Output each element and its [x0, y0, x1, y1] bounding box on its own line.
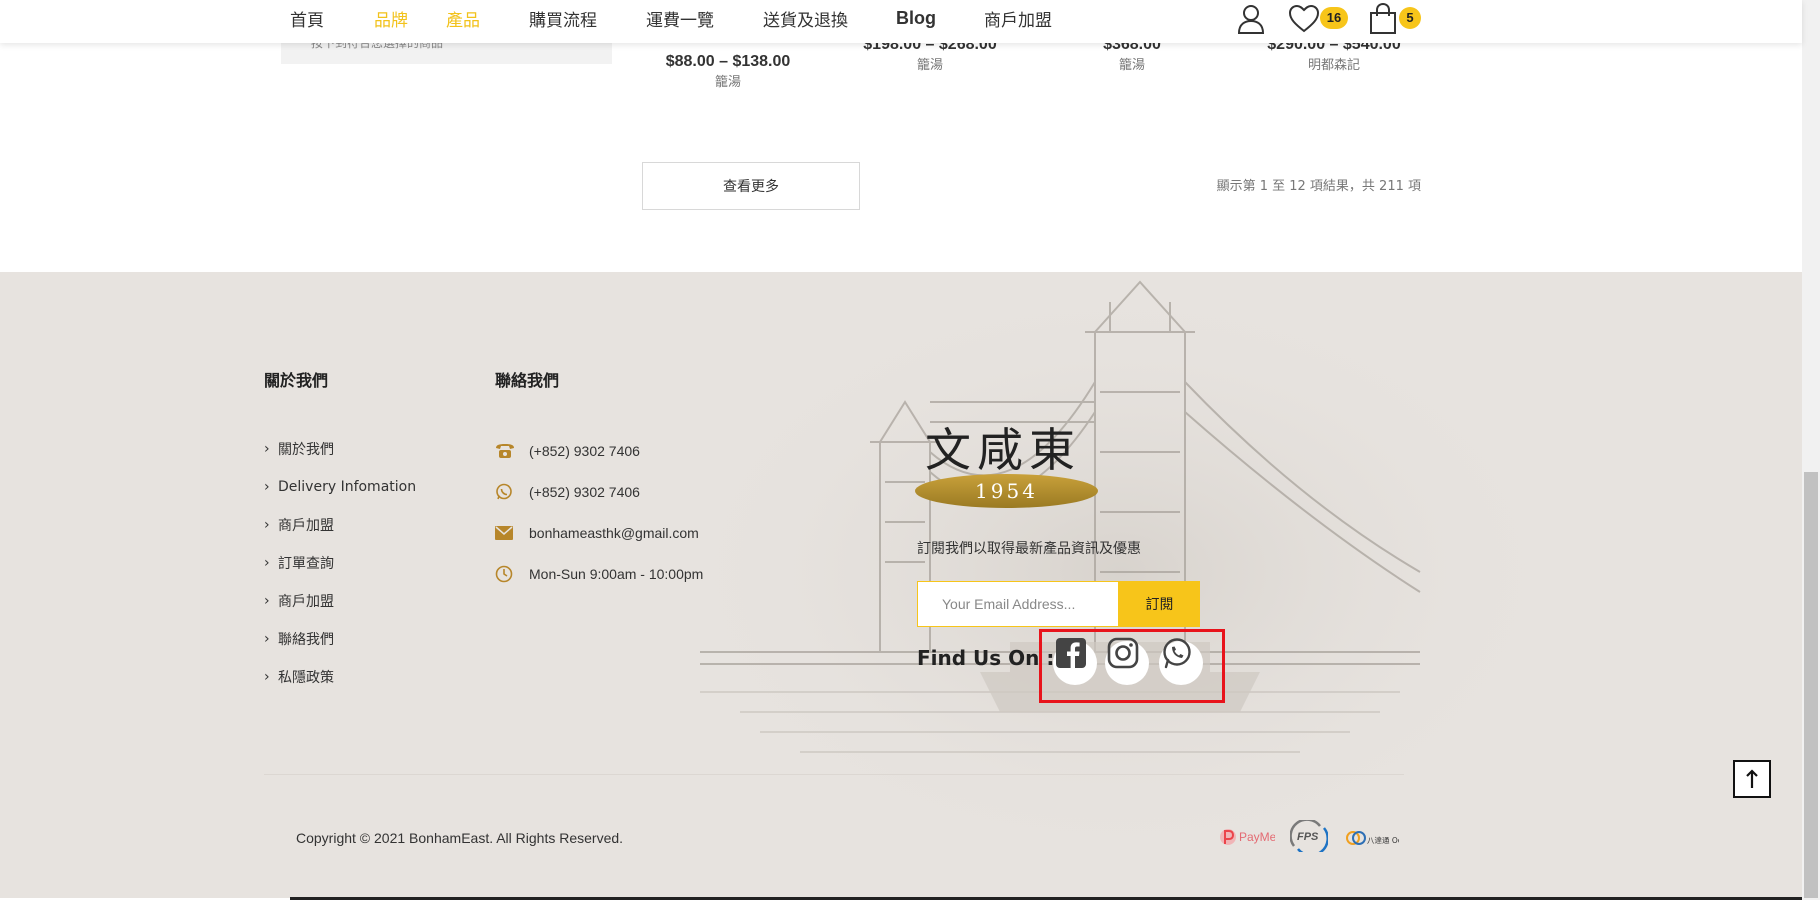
contact-phone-text[interactable]: (+852) 9302 7406: [529, 443, 640, 459]
about-link[interactable]: › 關於我們: [264, 430, 416, 468]
nav-merchant-join[interactable]: 商戶加盟: [984, 6, 1052, 31]
product-category[interactable]: 籠湯: [628, 73, 828, 93]
contact-phone: (+852) 9302 7406: [495, 430, 703, 471]
whatsapp-icon: [495, 483, 529, 501]
merchant-join-label[interactable]: 商戶加盟: [278, 591, 334, 611]
merchant-join-label[interactable]: 商戶加盟: [278, 515, 334, 535]
contact-hours: Mon-Sun 9:00am - 10:00pm: [495, 553, 703, 594]
fps-logo: FPS: [1289, 818, 1329, 857]
cart-count-badge: 5: [1399, 7, 1421, 29]
product-price: $88.00 – $138.00: [665, 53, 791, 70]
nav-purchase-process[interactable]: 購買流程: [529, 6, 597, 31]
phone-icon: [495, 443, 529, 459]
social-icons-highlight-box: [1039, 629, 1225, 703]
octopus-logo: 八達通 Octopus: [1345, 824, 1423, 852]
contact-list: (+852) 9302 7406 (+852) 9302 7406 bonham…: [495, 430, 703, 594]
nav-brands[interactable]: 品牌: [374, 6, 408, 31]
merchant-join-link[interactable]: › 商戶加盟: [264, 506, 416, 544]
octopus-text: 八達通 Octopus: [1367, 835, 1399, 845]
contact-us-link[interactable]: › 聯絡我們: [264, 620, 416, 658]
fps-text: FPS: [1297, 831, 1319, 843]
bonham-east-logo[interactable]: 文咸東 1954: [915, 422, 1105, 508]
subscribe-description: 訂閱我們以取得最新產品資訊及優惠: [917, 541, 1141, 557]
product-category[interactable]: 籠湯: [1032, 56, 1232, 76]
contact-hours-text: Mon-Sun 9:00am - 10:00pm: [529, 565, 704, 582]
payme-logo: PayMe: [1219, 824, 1277, 850]
contact-email-text[interactable]: bonhameasthk@gmail.com: [529, 525, 699, 541]
arrow-up-icon: [1746, 769, 1758, 788]
order-inquiry-link[interactable]: › 訂單查詢: [264, 544, 416, 582]
find-us-label: Find Us On :: [917, 646, 1055, 670]
nav-products[interactable]: 產品: [446, 6, 480, 31]
chevron-right-icon: ›: [264, 479, 270, 495]
main-menu: 首頁 品牌 產品 購買流程 運費一覽 送貨及退換 Blog 商戶加盟: [290, 0, 1052, 37]
logo-chinese-text: 文咸東: [925, 423, 1081, 477]
wishlist-count-badge: 16: [1320, 7, 1348, 29]
account-icon[interactable]: [1235, 2, 1267, 36]
chevron-right-icon: ›: [264, 593, 270, 609]
copyright-text: Copyright © 2021 BonhamEast. All Rights …: [296, 830, 624, 846]
about-column-title: 關於我們: [264, 371, 329, 390]
logo-year-text: 1954: [975, 479, 1038, 503]
delivery-info-label[interactable]: Delivery Infomation: [278, 479, 416, 495]
order-inquiry-label[interactable]: 訂單查詢: [278, 553, 334, 573]
newsletter-email-input[interactable]: [917, 581, 1119, 627]
contact-whatsapp-text[interactable]: (+852) 9302 7406: [529, 484, 640, 500]
result-count-text: 顯示第 1 至 12 項結果，共 211 項: [1216, 179, 1421, 194]
wishlist-heart-icon[interactable]: [1288, 2, 1320, 36]
shopping-bag-icon[interactable]: [1368, 2, 1398, 36]
about-link-label[interactable]: 關於我們: [278, 439, 334, 459]
back-to-top-button[interactable]: [1733, 760, 1771, 798]
privacy-policy-link[interactable]: › 私隱政策: [264, 658, 416, 696]
top-navigation-bar: 首頁 品牌 產品 購買流程 運費一覽 送貨及退換 Blog 商戶加盟 16 5: [0, 0, 1802, 43]
nav-home[interactable]: 首頁: [290, 6, 324, 31]
contact-email: bonhameasthk@gmail.com: [495, 512, 703, 553]
chevron-right-icon: ›: [264, 555, 270, 571]
nav-shipping-rates[interactable]: 運費一覽: [646, 6, 714, 31]
product-category[interactable]: 籠湯: [830, 56, 1030, 76]
load-more-button[interactable]: 查看更多: [642, 162, 860, 210]
chevron-right-icon: ›: [264, 631, 270, 647]
contact-us-label[interactable]: 聯絡我們: [278, 629, 334, 649]
subscribe-button[interactable]: 訂閱: [1119, 581, 1200, 627]
merchant-join-link-2[interactable]: › 商戶加盟: [264, 582, 416, 620]
payme-text: PayMe: [1239, 830, 1275, 844]
nav-blog[interactable]: Blog: [896, 8, 936, 29]
page-scrollbar-thumb[interactable]: [1804, 472, 1818, 898]
chevron-right-icon: ›: [264, 669, 270, 685]
privacy-policy-label[interactable]: 私隱政策: [278, 667, 334, 687]
chevron-right-icon: ›: [264, 441, 270, 457]
delivery-info-link[interactable]: › Delivery Infomation: [264, 468, 416, 506]
nav-delivery-returns[interactable]: 送貨及退換: [763, 6, 848, 31]
product-category[interactable]: 明都森記: [1234, 56, 1434, 76]
chevron-right-icon: ›: [264, 517, 270, 533]
about-links-list: › 關於我們 › Delivery Infomation › 商戶加盟 › 訂單查詢 ›…: [264, 430, 416, 696]
site-footer: 關於我們 › 關於我們 › Delivery Infomation › 商戶加盟 › 訂…: [0, 272, 1802, 898]
email-icon: [495, 525, 529, 540]
footer-divider: [264, 774, 1404, 775]
clock-icon: [495, 565, 529, 583]
product-card[interactable]: $88.00 – $138.00 籠湯: [628, 51, 828, 93]
contact-whatsapp: (+852) 9302 7406: [495, 471, 703, 512]
contact-column-title: 聯絡我們: [495, 371, 560, 390]
